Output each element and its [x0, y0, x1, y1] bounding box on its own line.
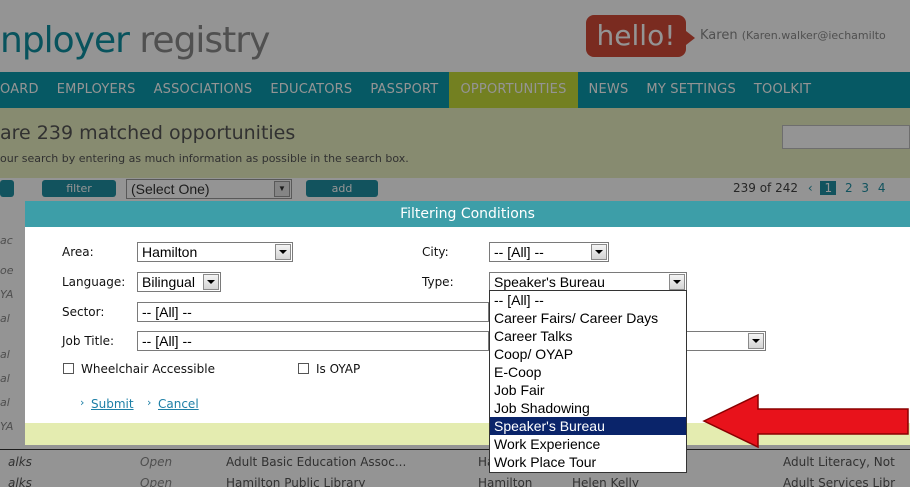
chevron-down-icon: [748, 333, 764, 349]
jobtitle-select-tail[interactable]: [686, 331, 766, 351]
language-select[interactable]: Bilingual: [137, 272, 221, 292]
type-option[interactable]: E-Coop: [490, 363, 686, 381]
oyap-label: Is OYAP: [316, 362, 361, 376]
type-option-selected[interactable]: Speaker's Bureau: [490, 417, 686, 435]
chevron-down-icon: [203, 274, 219, 290]
submit-arrow-icon: ›: [80, 396, 85, 409]
chevron-down-icon: [591, 244, 607, 260]
city-label: City:: [422, 245, 449, 259]
type-option[interactable]: Coop/ OYAP: [490, 345, 686, 363]
area-label: Area:: [62, 245, 94, 259]
type-option[interactable]: Career Fairs/ Career Days: [490, 309, 686, 327]
city-select[interactable]: -- [All] --: [489, 242, 609, 262]
type-option[interactable]: Career Talks: [490, 327, 686, 345]
dialog-title: Filtering Conditions: [25, 201, 910, 227]
cancel-arrow-icon: ›: [147, 396, 152, 409]
chevron-down-icon: [669, 274, 685, 290]
type-label: Type:: [422, 275, 454, 289]
submit-link[interactable]: Submit: [91, 397, 134, 411]
oyap-checkbox[interactable]: [298, 363, 309, 374]
jobtitle-select[interactable]: -- [All] --: [137, 331, 489, 351]
sector-select[interactable]: -- [All] --: [137, 302, 489, 322]
type-option[interactable]: Work Place Tour: [490, 453, 686, 471]
cancel-link[interactable]: Cancel: [158, 397, 199, 411]
sector-label: Sector:: [62, 305, 105, 319]
area-select[interactable]: Hamilton: [137, 242, 293, 262]
type-select[interactable]: Speaker's Bureau: [489, 272, 687, 292]
chevron-down-icon: [275, 244, 291, 260]
red-arrow-icon: [702, 393, 909, 449]
wheelchair-checkbox[interactable]: [63, 363, 74, 374]
language-label: Language:: [62, 275, 126, 289]
type-option[interactable]: Job Shadowing: [490, 399, 686, 417]
type-option[interactable]: Job Fair: [490, 381, 686, 399]
jobtitle-label: Job Title:: [62, 334, 115, 348]
type-option[interactable]: -- [All] --: [490, 291, 686, 309]
type-option[interactable]: Work Experience: [490, 435, 686, 453]
wheelchair-label: Wheelchair Accessible: [81, 362, 215, 376]
type-dropdown-list: -- [All] -- Career Fairs/ Career Days Ca…: [489, 290, 687, 473]
